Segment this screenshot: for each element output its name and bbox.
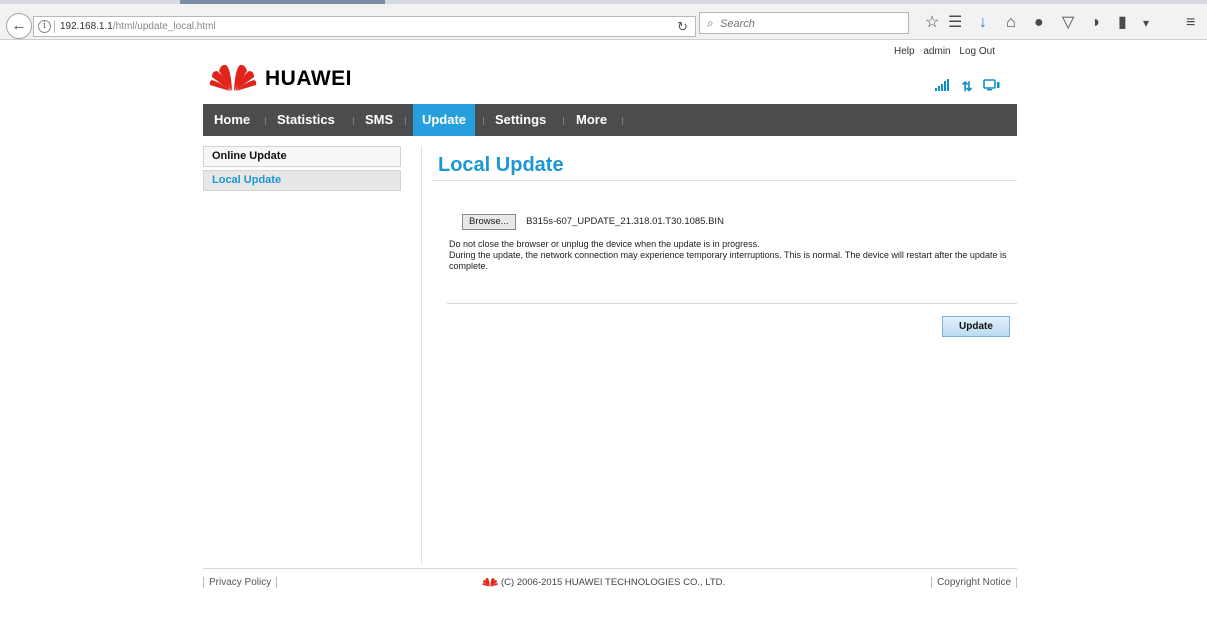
nav-sms[interactable]: SMS (365, 104, 393, 136)
brand-name: HUAWEI (265, 67, 352, 90)
nav-update[interactable]: Update (413, 104, 475, 136)
nav-more[interactable]: More (576, 104, 607, 136)
copyright-notice-link[interactable]: Copyright Notice (931, 577, 1017, 588)
extension-icon[interactable]: ◑ (1090, 13, 1100, 33)
search-input[interactable] (720, 16, 900, 31)
nav-divider (265, 117, 266, 125)
privacy-policy-link[interactable]: Privacy Policy (203, 577, 278, 588)
user-link[interactable]: admin (923, 46, 950, 57)
browse-button[interactable]: Browse... (462, 213, 516, 230)
active-tab[interactable] (180, 0, 385, 4)
download-icon[interactable]: ↓ (979, 13, 987, 33)
sidebar-item-local-update[interactable]: Local Update (203, 170, 401, 191)
main-content: Local Update Browse... B315s-607_UPDATE_… (432, 146, 1017, 337)
chat-icon[interactable]: ● (1034, 13, 1044, 33)
browser-toolbar: ← i 192.168.1.1/html/update_local.html ↻… (0, 0, 1207, 40)
nav-home[interactable]: Home (214, 104, 250, 136)
nav-divider (622, 117, 623, 125)
router-page: Help admin Log Out ⇅ HUAWEI Home Statist… (203, 40, 1017, 644)
data-transfer-icon: ⇅ (961, 78, 973, 94)
tablet-icon[interactable]: ▮ (1118, 13, 1127, 33)
pocket-icon[interactable]: ▽ (1062, 13, 1074, 33)
nav-statistics[interactable]: Statistics (277, 104, 335, 136)
nav-settings[interactable]: Settings (495, 104, 546, 136)
menu-icon[interactable]: ≡ (1186, 13, 1195, 33)
url-text[interactable]: 192.168.1.1/html/update_local.html (60, 21, 216, 32)
header-links: Help admin Log Out (888, 46, 995, 57)
signal-strength-icon (935, 79, 951, 94)
connected-device-icon (983, 79, 1001, 94)
search-box[interactable]: ⌕ (699, 12, 909, 34)
nav-divider (405, 117, 406, 125)
note-restart: During the update, the network connectio… (449, 250, 1007, 271)
copyright-label: (C) 2006-2015 HUAWEI TECHNOLOGIES CO., L… (501, 577, 726, 588)
help-link[interactable]: Help (894, 46, 915, 57)
back-button[interactable]: ← (6, 13, 32, 39)
note-warning: Do not close the browser or unplug the d… (449, 239, 760, 249)
main-nav: Home Statistics SMS Update Settings More (203, 104, 1017, 136)
reading-list-icon[interactable]: ☰ (948, 13, 962, 33)
logout-link[interactable]: Log Out (959, 46, 995, 57)
divider-line (447, 303, 1017, 304)
sidebar: Online Update Local Update (203, 146, 401, 194)
update-button[interactable]: Update (942, 316, 1010, 337)
huawei-mini-logo-icon (482, 578, 498, 588)
bookmark-star-icon[interactable]: ☆ (925, 13, 939, 33)
content-divider (421, 146, 422, 564)
nav-divider (563, 117, 564, 125)
address-bar[interactable]: i 192.168.1.1/html/update_local.html (33, 16, 696, 37)
footer-divider (203, 568, 1017, 569)
nav-divider (483, 117, 484, 125)
tab-strip (0, 0, 1207, 4)
copyright-text: (C) 2006-2015 HUAWEI TECHNOLOGIES CO., L… (482, 577, 725, 588)
dropdown-icon[interactable]: ▾ (1143, 13, 1149, 33)
nav-divider (353, 117, 354, 125)
selected-file-name: B315s-607_UPDATE_21.318.01.T30.1085.BIN (526, 216, 724, 228)
url-host: 192.168.1.1 (60, 21, 113, 32)
status-icons: ⇅ (929, 78, 1001, 94)
search-icon: ⌕ (707, 16, 714, 30)
huawei-petals-icon (209, 64, 257, 91)
sidebar-item-online-update[interactable]: Online Update (203, 146, 401, 167)
back-arrow-icon: ← (11, 17, 27, 34)
url-path: /html/update_local.html (112, 21, 216, 32)
page-title: Local Update (432, 146, 1017, 181)
site-info-icon[interactable]: i (38, 20, 51, 33)
reload-icon[interactable]: ↻ (677, 19, 688, 35)
home-icon[interactable]: ⌂ (1006, 13, 1016, 33)
file-upload-row: Browse... B315s-607_UPDATE_21.318.01.T30… (462, 213, 724, 231)
update-notes: Do not close the browser or unplug the d… (449, 239, 1025, 272)
url-divider (54, 20, 55, 33)
